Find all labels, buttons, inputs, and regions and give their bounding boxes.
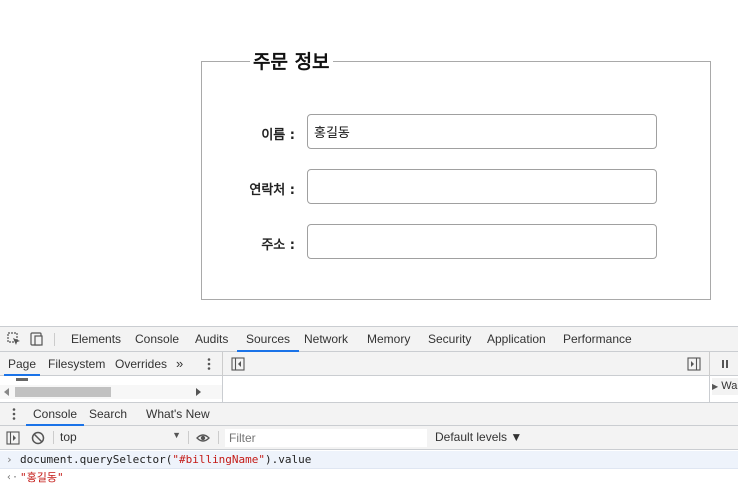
sources-body: ▶ Wa: [0, 376, 738, 402]
tab-application[interactable]: Application: [487, 327, 546, 352]
toolbar-divider: [188, 431, 189, 444]
tab-audits[interactable]: Audits: [195, 327, 228, 352]
console-toolbar: top ▼ Default levels ▼: [0, 426, 738, 450]
horizontal-scrollbar[interactable]: [0, 385, 222, 399]
tab-elements[interactable]: Elements: [71, 327, 121, 352]
pane-divider: [709, 352, 710, 376]
more-options-icon[interactable]: [202, 357, 216, 371]
context-value: top: [60, 430, 77, 444]
toolbar-divider: [218, 431, 219, 444]
console-sidebar-icon[interactable]: [6, 431, 20, 445]
drawer-tabbar: Console Search What's New: [0, 402, 738, 426]
scroll-left-icon[interactable]: [4, 388, 9, 396]
drawer-menu-icon[interactable]: [7, 407, 21, 421]
address-input[interactable]: [307, 224, 657, 259]
devtools-panel: Elements Console Audits Sources Network …: [0, 326, 738, 490]
console-filter-input[interactable]: [225, 429, 427, 447]
input-prompt-icon: ›: [6, 453, 13, 466]
scrollbar-thumb[interactable]: [15, 387, 111, 397]
tab-network[interactable]: Network: [304, 327, 348, 352]
drawer-tab-whats-new[interactable]: What's New: [146, 403, 210, 426]
sources-tab-page[interactable]: Page: [4, 352, 41, 376]
drawer-tab-console[interactable]: Console: [26, 403, 85, 426]
order-info-legend: 주문 정보: [250, 47, 333, 74]
console-command[interactable]: document.querySelector("#billingName").v…: [20, 451, 311, 469]
expand-arrow-icon: ▶: [712, 382, 719, 391]
sources-navigator-bar: Page Filesystem Overrides »: [0, 352, 738, 376]
contact-input[interactable]: [307, 169, 657, 204]
toggle-navigator-icon[interactable]: [231, 357, 245, 371]
toggle-debugger-icon[interactable]: [687, 357, 701, 371]
console-result-value[interactable]: "홍길동": [20, 469, 64, 487]
watch-label: Wa: [721, 380, 738, 392]
tab-performance[interactable]: Performance: [563, 327, 632, 352]
device-toolbar-icon[interactable]: [29, 332, 43, 346]
watch-section-header[interactable]: ▶ Wa: [712, 378, 738, 395]
sources-tab-overrides[interactable]: Overrides: [115, 352, 167, 376]
scroll-right-icon[interactable]: [196, 388, 201, 396]
command-string-arg: "#billingName": [172, 453, 266, 466]
devtools-tabbar: Elements Console Audits Sources Network …: [0, 327, 738, 352]
address-label: 주소 :: [261, 238, 295, 253]
file-tree-item[interactable]: [16, 378, 28, 381]
tab-memory[interactable]: Memory: [367, 327, 410, 352]
drawer-tab-search[interactable]: Search: [89, 403, 127, 426]
command-prefix: document.querySelector(: [20, 453, 173, 466]
pause-icon[interactable]: [718, 357, 732, 371]
pane-divider: [222, 376, 223, 402]
name-label: 이름 :: [261, 128, 295, 143]
log-levels-dropdown[interactable]: Default levels ▼: [435, 430, 522, 444]
sources-tab-filesystem[interactable]: Filesystem: [48, 352, 105, 376]
result-arrow-icon: ‹·: [6, 472, 19, 483]
billing-name-input[interactable]: [307, 114, 657, 149]
command-suffix: ).value: [265, 453, 312, 466]
console-result-entry: ‹· "홍길동": [0, 469, 738, 487]
contact-label: 연락처 :: [249, 183, 295, 198]
pane-divider: [222, 352, 223, 376]
tab-security[interactable]: Security: [428, 327, 471, 352]
console-output: › document.querySelector("#billingName")…: [0, 450, 738, 490]
inspect-element-icon[interactable]: [7, 332, 21, 346]
pane-divider: [709, 376, 710, 402]
toolbar-divider: [53, 431, 54, 444]
dropdown-arrow-icon: ▼: [172, 430, 181, 440]
context-selector[interactable]: top ▼: [60, 430, 184, 446]
tab-sources[interactable]: Sources: [237, 327, 300, 352]
more-tabs-button[interactable]: »: [176, 352, 183, 376]
toolbar-divider: [54, 333, 55, 346]
tab-console[interactable]: Console: [135, 327, 179, 352]
clear-console-icon[interactable]: [31, 431, 45, 445]
live-expression-eye-icon[interactable]: [196, 431, 210, 445]
console-input-entry: › document.querySelector("#billingName")…: [0, 451, 738, 469]
